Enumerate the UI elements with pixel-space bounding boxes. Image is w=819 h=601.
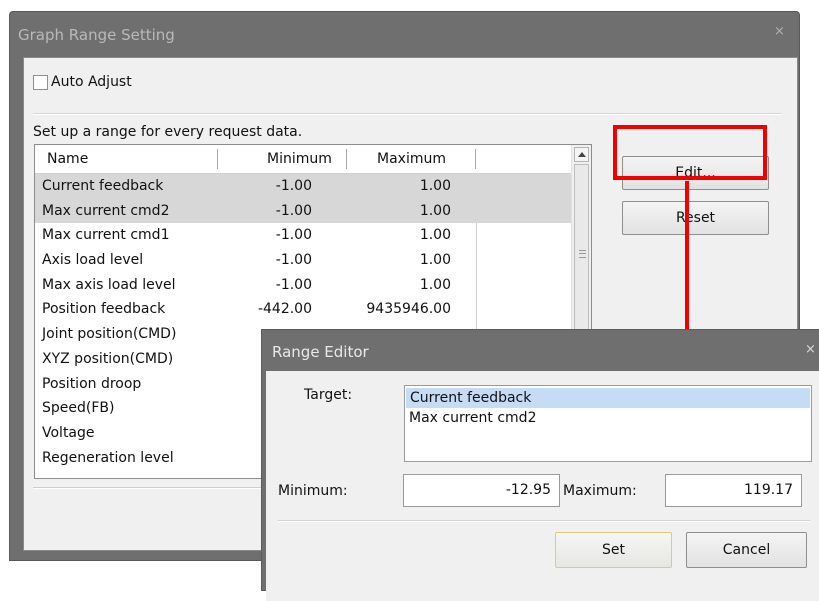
- row-name: Regeneration level: [42, 449, 174, 466]
- row-name: Max axis load level: [42, 276, 176, 293]
- row-minimum: -1.00: [275, 252, 312, 269]
- divider: [33, 113, 781, 115]
- target-item[interactable]: Current feedback: [406, 388, 810, 408]
- row-minimum: -1.00: [275, 276, 312, 293]
- row-maximum: 1.00: [419, 227, 451, 244]
- maximum-label: Maximum:: [563, 483, 637, 499]
- checkbox-box[interactable]: [33, 74, 48, 90]
- row-maximum: 1.00: [419, 276, 451, 293]
- target-listbox[interactable]: Current feedback Max current cmd2: [404, 385, 812, 462]
- grip-icon: [579, 250, 586, 258]
- table-row[interactable]: Max current cmd2 -1.00 1.00: [35, 198, 571, 224]
- table-row[interactable]: Position feedback -442.00 9435946.00: [35, 297, 571, 322]
- row-name: Speed(FB): [42, 400, 115, 417]
- row-name: Joint position(CMD): [42, 326, 177, 343]
- row-name: XYZ position(CMD): [42, 350, 174, 367]
- column-divider[interactable]: [475, 149, 476, 169]
- table-row[interactable]: Current feedback -1.00 1.00: [35, 174, 571, 199]
- auto-adjust-label: Auto Adjust: [51, 74, 132, 90]
- table-row[interactable]: Axis load level -1.00 1.00: [35, 248, 571, 273]
- minimum-label: Minimum:: [278, 483, 348, 499]
- row-maximum: 9435946.00: [366, 301, 451, 318]
- close-icon[interactable]: ×: [774, 24, 785, 39]
- range-editor-window: Range Editor × Target: Current feedback …: [261, 329, 819, 601]
- scroll-up-icon[interactable]: [574, 147, 589, 162]
- row-name: Voltage: [42, 424, 95, 441]
- row-minimum: -1.00: [275, 202, 312, 219]
- window-title: Graph Range Setting: [18, 26, 175, 44]
- row-minimum: -1.00: [275, 227, 312, 244]
- close-icon[interactable]: ×: [805, 342, 816, 357]
- target-item[interactable]: Max current cmd2: [405, 408, 811, 428]
- row-name: Max current cmd1: [42, 227, 170, 244]
- divider: [278, 520, 810, 522]
- row-name: Current feedback: [42, 178, 164, 194]
- table-row[interactable]: Max current cmd1 -1.00 1.00: [35, 223, 571, 248]
- instruction-text: Set up a range for every request data.: [33, 124, 303, 140]
- auto-adjust-checkbox[interactable]: Auto Adjust: [33, 74, 132, 90]
- dialog-content: Target: Current feedback Max current cmd…: [266, 371, 819, 601]
- row-maximum: 1.00: [419, 178, 451, 194]
- cancel-button[interactable]: Cancel: [686, 532, 807, 568]
- column-header-name[interactable]: Name: [47, 151, 88, 167]
- minimum-input[interactable]: -12.95: [403, 474, 560, 507]
- row-name: Position feedback: [42, 301, 166, 318]
- reset-button[interactable]: Reset: [622, 201, 769, 235]
- row-minimum: -1.00: [275, 178, 312, 194]
- set-button[interactable]: Set: [555, 532, 672, 568]
- column-divider[interactable]: [217, 149, 218, 169]
- column-divider[interactable]: [346, 149, 347, 169]
- row-name: Axis load level: [42, 252, 144, 269]
- row-maximum: 1.00: [419, 202, 451, 219]
- column-header-minimum[interactable]: Minimum: [267, 151, 332, 167]
- maximum-input[interactable]: 119.17: [665, 474, 802, 507]
- edit-button-highlight: [613, 125, 767, 180]
- column-header-maximum[interactable]: Maximum: [377, 151, 446, 167]
- window-title: Range Editor: [272, 343, 369, 361]
- row-minimum: -442.00: [257, 301, 312, 318]
- table-row[interactable]: Max axis load level -1.00 1.00: [35, 273, 571, 298]
- row-name: Position droop: [42, 375, 142, 392]
- scroll-thumb[interactable]: [574, 164, 589, 339]
- target-label: Target:: [304, 387, 353, 403]
- table-header: Name Minimum Maximum: [35, 145, 571, 174]
- row-name: Max current cmd2: [42, 202, 170, 219]
- row-maximum: 1.00: [419, 252, 451, 269]
